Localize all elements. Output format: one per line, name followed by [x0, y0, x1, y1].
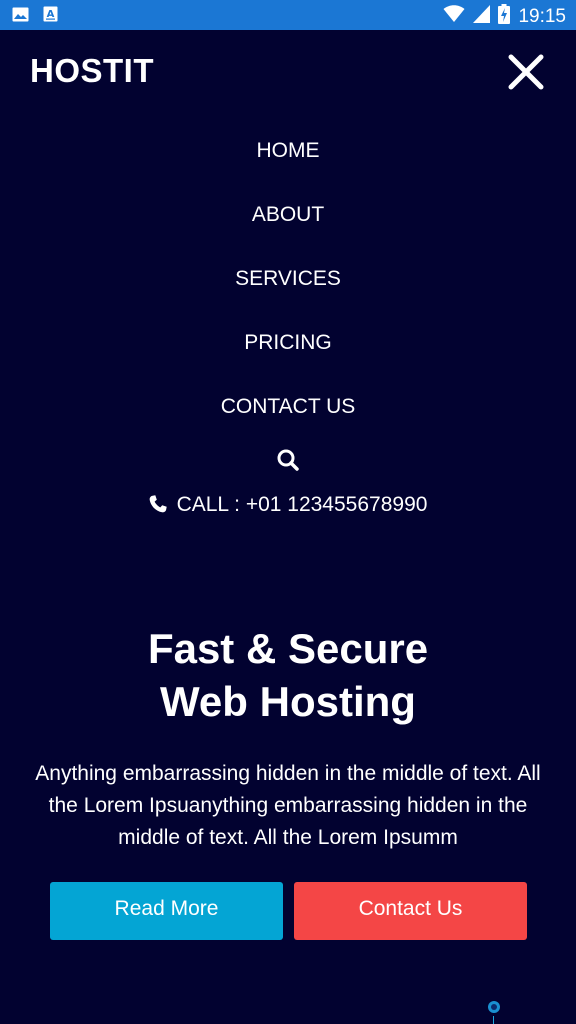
nav-item-pricing[interactable]: PRICING — [0, 320, 576, 384]
nav-item-services[interactable]: SERVICES — [0, 256, 576, 320]
app-screen: HOSTIT HOME ABOUT SERVICES PRICING CONTA… — [0, 30, 576, 1024]
battery-charging-icon — [498, 4, 511, 30]
hero-title: Fast & Secure Web Hosting — [0, 622, 576, 728]
call-info[interactable]: CALL : +01 123455678990 — [0, 493, 576, 519]
hero-title-line-2: Web Hosting — [160, 678, 416, 725]
slider-dot-line — [493, 1016, 494, 1024]
close-menu-button[interactable] — [506, 52, 546, 92]
main-nav: HOME ABOUT SERVICES PRICING CONTACT US — [0, 128, 576, 448]
nav-item-home[interactable]: HOME — [0, 128, 576, 192]
close-icon — [508, 54, 544, 90]
wifi-icon — [443, 5, 465, 29]
hero-description: Anything embarrassing hidden in the midd… — [35, 762, 541, 849]
call-text: CALL : +01 123455678990 — [176, 493, 428, 516]
status-time: 19:15 — [518, 6, 566, 27]
contact-us-button[interactable]: Contact Us — [294, 882, 527, 940]
font-icon: A — [43, 6, 58, 27]
read-more-button[interactable]: Read More — [50, 882, 283, 940]
phone-icon — [149, 495, 167, 519]
brand-logo[interactable]: HOSTIT — [30, 52, 154, 90]
search-button[interactable] — [276, 448, 300, 472]
search-icon — [277, 449, 299, 471]
nav-item-contact-us[interactable]: CONTACT US — [0, 384, 576, 448]
svg-text:A: A — [47, 9, 55, 20]
signal-icon — [473, 5, 491, 29]
slider-dot-indicator — [487, 1000, 501, 1014]
nav-item-about[interactable]: ABOUT — [0, 192, 576, 256]
status-bar: A 19:15 — [0, 0, 576, 30]
image-icon — [12, 7, 29, 27]
hero-title-line-1: Fast & Secure — [147, 625, 429, 672]
